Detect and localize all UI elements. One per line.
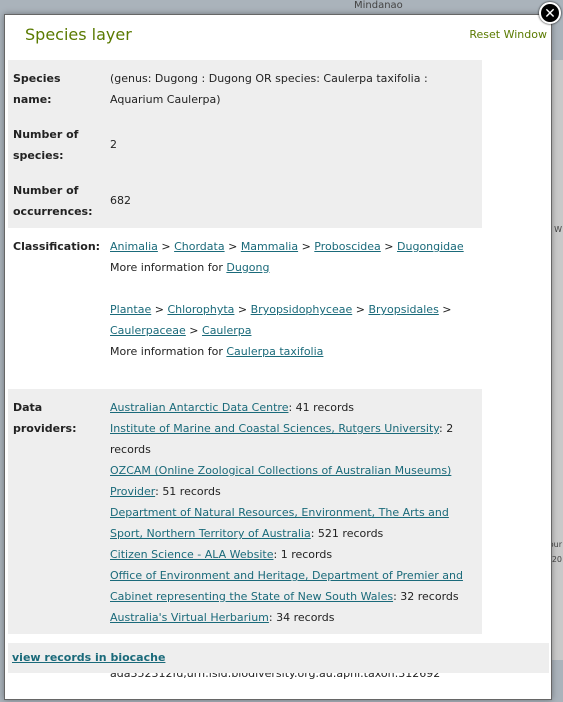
- classification-label: Classification:: [13, 240, 101, 253]
- bottom-bar: view records in biocache: [8, 643, 549, 673]
- species-name-value: (genus: Dugong : Dugong OR species: Caul…: [106, 60, 482, 116]
- provider-link[interactable]: Institute of Marine and Coastal Sciences…: [110, 422, 439, 435]
- provider-count: 32 records: [400, 590, 459, 603]
- taxon-link-dugongidae[interactable]: Dugongidae: [397, 240, 464, 253]
- taxon-link-animalia[interactable]: Animalia: [110, 240, 158, 253]
- view-records-link[interactable]: view records in biocache: [12, 651, 165, 664]
- more-info-link-caulerpa-taxifolia[interactable]: Caulerpa taxifolia: [226, 345, 323, 358]
- number-of-occurrences-row: Number of occurrences: 682: [8, 172, 482, 228]
- taxon-link-mammalia[interactable]: Mammalia: [241, 240, 298, 253]
- taxon-link-bryopsidales[interactable]: Bryopsidales: [368, 303, 438, 316]
- taxon-link-chlorophyta[interactable]: Chlorophyta: [167, 303, 234, 316]
- number-of-occurrences-value: 682: [106, 172, 482, 228]
- provider-item: OZCAM (Online Zoological Collections of …: [110, 464, 452, 498]
- map-fragment: W: [554, 225, 562, 234]
- species-layer-dialog: Species layer Reset Window Species name:…: [4, 14, 552, 700]
- more-info-link-dugong[interactable]: Dugong: [226, 261, 269, 274]
- taxon-link-caulerpaceae[interactable]: Caulerpaceae: [110, 324, 186, 337]
- taxon-link-bryopsidophyceae[interactable]: Bryopsidophyceae: [251, 303, 353, 316]
- provider-item: Institute of Marine and Coastal Sciences…: [110, 422, 454, 456]
- taxon-link-caulerpa[interactable]: Caulerpa: [202, 324, 251, 337]
- number-of-occurrences-label: Number of occurrences:: [8, 172, 106, 228]
- more-info-prefix: More information for: [110, 345, 223, 358]
- taxon-link-proboscidea[interactable]: Proboscidea: [314, 240, 381, 253]
- provider-item: Australian Antarctic Data Centre: 41 rec…: [110, 401, 355, 414]
- taxon-path: Plantae > Chlorophyta > Bryopsidophyceae…: [110, 303, 452, 337]
- provider-link[interactable]: Australia's Virtual Herbarium: [110, 611, 269, 624]
- more-info-line: More information for Dugong: [110, 257, 478, 278]
- taxon-path: Animalia > Chordata > Mammalia > Probosc…: [110, 240, 464, 253]
- data-providers-list: Australian Antarctic Data Centre: 41 rec…: [106, 389, 482, 634]
- species-name-row: Species name: (genus: Dugong : Dugong OR…: [8, 60, 482, 116]
- provider-count: 1 records: [280, 548, 333, 561]
- provider-count: 41 records: [295, 401, 355, 414]
- number-of-species-row: Number of species: 2: [8, 116, 482, 172]
- data-providers-label: Data providers:: [8, 389, 106, 634]
- more-info-line: More information for Caulerpa taxifolia: [110, 341, 478, 362]
- map-place-label: Mindanao: [354, 0, 403, 11]
- provider-count: 51 records: [162, 485, 221, 498]
- more-info-prefix: More information for: [110, 261, 223, 274]
- provider-item: Citizen Science - ALA Website: 1 records: [110, 548, 333, 561]
- provider-count: 521 records: [317, 527, 384, 540]
- species-info-table: Species name: (genus: Dugong : Dugong OR…: [8, 60, 482, 690]
- number-of-species-label: Number of species:: [8, 116, 106, 172]
- taxon-link-plantae[interactable]: Plantae: [110, 303, 151, 316]
- reset-window-link[interactable]: Reset Window: [469, 28, 547, 41]
- provider-item: Department of Natural Resources, Environ…: [110, 506, 449, 540]
- classification-value: Animalia > Chordata > Mammalia > Probosc…: [106, 228, 482, 389]
- provider-item: Australia's Virtual Herbarium: 34 record…: [110, 611, 335, 624]
- number-of-species-value: 2: [106, 116, 482, 172]
- close-icon[interactable]: ✕: [539, 2, 561, 24]
- taxon-link-chordata[interactable]: Chordata: [174, 240, 225, 253]
- provider-item: Office of Environment and Heritage, Depa…: [110, 569, 463, 603]
- species-name-label: Species name:: [8, 60, 106, 116]
- provider-link[interactable]: Citizen Science - ALA Website: [110, 548, 274, 561]
- provider-link[interactable]: Australian Antarctic Data Centre: [110, 401, 288, 414]
- dialog-title: Species layer: [25, 25, 132, 44]
- provider-link[interactable]: Department of Natural Resources, Environ…: [110, 506, 449, 540]
- provider-count: 34 records: [276, 611, 335, 624]
- data-providers-row: Data providers: Australian Antarctic Dat…: [8, 389, 482, 634]
- classification-row: Classification: Animalia > Chordata > Ma…: [8, 228, 482, 389]
